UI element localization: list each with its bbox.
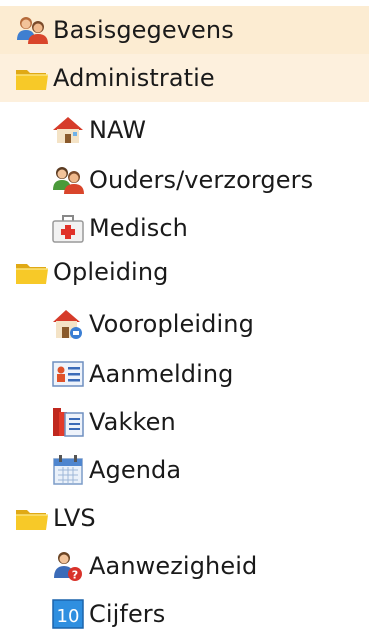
house-icon: [50, 306, 86, 342]
registration-form-icon: [50, 356, 86, 392]
tree-item-naw[interactable]: NAW: [0, 106, 369, 154]
tree-item-aanmelding[interactable]: Aanmelding: [0, 350, 369, 398]
tree-item-label: Aanmelding: [89, 360, 234, 388]
tree-item-aanwezigheid[interactable]: ? Aanwezigheid: [0, 542, 369, 590]
tree-item-vakken[interactable]: Vakken: [0, 398, 369, 446]
people-icon: [50, 162, 86, 198]
svg-text:?: ?: [72, 569, 78, 582]
tree-item-label: Medisch: [89, 214, 188, 242]
tree-item-label: Vakken: [89, 408, 176, 436]
tree-item-label: Ouders/verzorgers: [89, 166, 314, 194]
folder-icon: [14, 254, 50, 290]
people-icon: [14, 12, 50, 48]
books-icon: [50, 404, 86, 440]
attendance-person-icon: ?: [50, 548, 86, 584]
tree-item-ouders-verzorgers[interactable]: Ouders/verzorgers: [0, 156, 369, 204]
tree-item-label: Vooropleiding: [89, 310, 254, 338]
tree-item-label: Opleiding: [53, 258, 169, 286]
tree-item-label: Basisgegevens: [53, 16, 234, 44]
tree-item-label: LVS: [53, 504, 96, 532]
tree-item-label: Administratie: [53, 64, 215, 92]
tree-item-lvs[interactable]: LVS: [0, 494, 369, 542]
grades-icon: 10: [50, 596, 86, 632]
tree-item-administratie[interactable]: Administratie: [0, 54, 369, 102]
folder-icon: [14, 500, 50, 536]
tree-item-medisch[interactable]: Medisch: [0, 204, 369, 252]
tree-item-vooropleiding[interactable]: Vooropleiding: [0, 300, 369, 348]
grades-icon-text: 10: [57, 606, 80, 627]
first-aid-kit-icon: [50, 210, 86, 246]
calendar-icon: [50, 452, 86, 488]
tree-item-cijfers[interactable]: 10 Cijfers: [0, 590, 369, 633]
tree-item-basisgegevens[interactable]: Basisgegevens: [0, 6, 369, 54]
folder-icon: [14, 60, 50, 96]
tree-item-agenda[interactable]: Agenda: [0, 446, 369, 494]
tree-item-label: Aanwezigheid: [89, 552, 258, 580]
tree-item-label: Cijfers: [89, 600, 166, 628]
house-icon: [50, 112, 86, 148]
tree-item-opleiding[interactable]: Opleiding: [0, 248, 369, 296]
navigation-tree: Basisgegevens Administratie NAW Ouders/v…: [0, 0, 369, 633]
tree-item-label: Agenda: [89, 456, 182, 484]
tree-item-label: NAW: [89, 116, 147, 144]
